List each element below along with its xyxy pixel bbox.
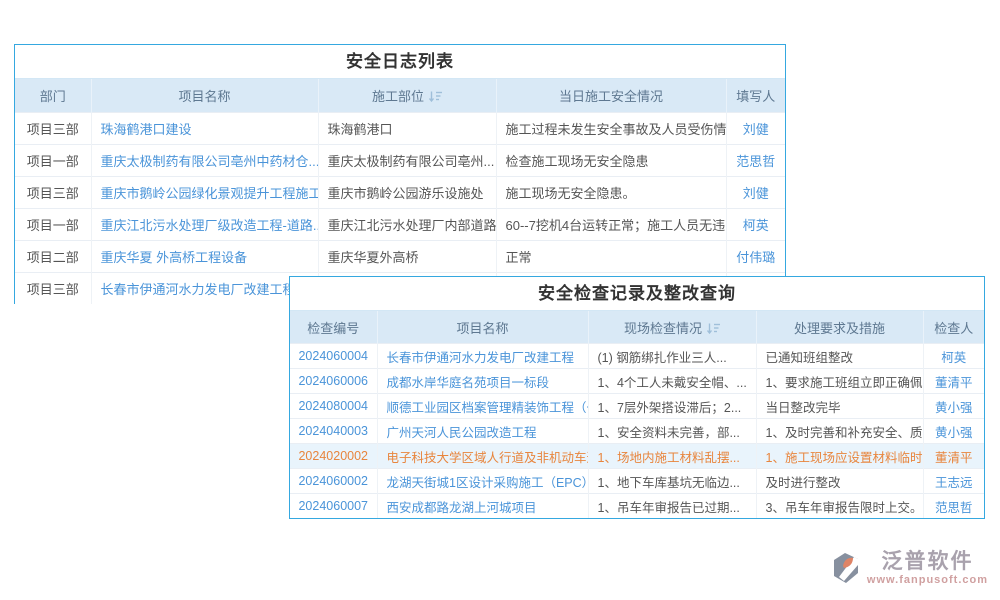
sort-icon[interactable]: [707, 322, 720, 337]
location-cell: 重庆太极制药有限公司亳州...: [318, 145, 496, 177]
table-row[interactable]: 项目一部 重庆江北污水处理厂级改造工程-道路... 重庆江北污水处理厂内部道路 …: [15, 209, 785, 241]
table-row[interactable]: 2024060002 龙湖天街城1区设计采购施工（EPC）总承 1、地下车库基坑…: [290, 469, 984, 494]
col-header-status: 当日施工安全情况: [496, 79, 726, 113]
situation-cell: 1、7层外架搭设滞后；2...: [588, 394, 756, 419]
situation-cell: (1) 钢筋绑扎作业三人...: [588, 344, 756, 369]
project-link: 成都水岸华庭名苑项目一标段: [377, 369, 588, 394]
inspector-link: 董清平: [923, 444, 984, 469]
check-no-link: 2024020002: [290, 444, 377, 469]
inspection-table: 检查编号 项目名称 现场检查情况 处理要求及措施 检查人 2024060004 …: [290, 311, 984, 518]
inspection-panel: 安全检查记录及整改查询 检查编号 项目名称 现场检查情况 处理要求及措施 检查人…: [289, 276, 985, 519]
project-link: 广州天河人民公园改造工程: [377, 419, 588, 444]
project-link: 龙湖天街城1区设计采购施工（EPC）总承: [377, 469, 588, 494]
inspector-link: 黄小强: [923, 419, 984, 444]
col-header-inspector: 检查人: [923, 311, 984, 344]
measures-cell: 1、及时完善和补充安全、质...: [756, 419, 923, 444]
check-no-link: 2024060002: [290, 469, 377, 494]
status-cell: 正常: [496, 241, 726, 273]
status-cell: 60--7挖机4台运转正常；施工人员无违...: [496, 209, 726, 241]
situation-cell: 1、安全资料未完善，部...: [588, 419, 756, 444]
brand-name: 泛普软件: [881, 551, 973, 572]
col-header-dept: 部门: [15, 79, 91, 113]
safety-log-panel: 安全日志列表 部门 项目名称 施工部位 当日施工安全情况 填写人 项目三部 珠海…: [14, 44, 786, 304]
dept-cell: 项目一部: [15, 145, 91, 177]
project-link: 重庆江北污水处理厂级改造工程-道路...: [91, 209, 318, 241]
dept-cell: 项目三部: [15, 273, 91, 305]
measures-cell: 当日整改完毕: [756, 394, 923, 419]
table-row[interactable]: 2024060006 成都水岸华庭名苑项目一标段 1、4个工人未戴安全帽、...…: [290, 369, 984, 394]
situation-cell: 1、场地内施工材料乱摆...: [588, 444, 756, 469]
project-link: 电子科技大学区域人行道及非机动车道工程: [377, 444, 588, 469]
project-link: 重庆市鹅岭公园绿化景观提升工程施工: [91, 177, 318, 209]
writer-link: 付伟璐: [726, 241, 785, 273]
project-link: 珠海鹤港口建设: [91, 113, 318, 145]
dept-cell: 项目一部: [15, 209, 91, 241]
project-link: 重庆太极制药有限公司亳州中药材仓...: [91, 145, 318, 177]
table-row[interactable]: 项目二部 重庆华夏 外高桥工程设备 重庆华夏外高桥 正常 付伟璐: [15, 241, 785, 273]
check-no-link: 2024080004: [290, 394, 377, 419]
col-header-situation[interactable]: 现场检查情况: [588, 311, 756, 344]
project-link: 西安成都路龙湖上河城项目: [377, 494, 588, 519]
col-header-location[interactable]: 施工部位: [318, 79, 496, 113]
check-no-link: 2024060006: [290, 369, 377, 394]
table-row[interactable]: 2024060007 西安成都路龙湖上河城项目 1、吊车年审报告已过期... 3…: [290, 494, 984, 519]
dept-cell: 项目三部: [15, 177, 91, 209]
col-header-project: 项目名称: [91, 79, 318, 113]
situation-cell: 1、4个工人未戴安全帽、...: [588, 369, 756, 394]
situation-cell: 1、吊车年审报告已过期...: [588, 494, 756, 519]
table-row-selected[interactable]: 2024020002 电子科技大学区域人行道及非机动车道工程 1、场地内施工材料…: [290, 444, 984, 469]
status-cell: 施工过程未发生安全事故及人员受伤情况: [496, 113, 726, 145]
safety-log-table: 部门 项目名称 施工部位 当日施工安全情况 填写人 项目三部 珠海鹤港口建设 珠…: [15, 79, 785, 304]
safety-log-header-row: 部门 项目名称 施工部位 当日施工安全情况 填写人: [15, 79, 785, 113]
check-no-link: 2024040003: [290, 419, 377, 444]
project-link: 顺德工业园区档案管理精装饰工程（一标段: [377, 394, 588, 419]
brand-website: www.fanpusoft.com: [867, 575, 988, 586]
table-row[interactable]: 2024080004 顺德工业园区档案管理精装饰工程（一标段 1、7层外架搭设滞…: [290, 394, 984, 419]
writer-link: 柯英: [726, 209, 785, 241]
measures-cell: 1、要求施工班组立即正确佩...: [756, 369, 923, 394]
inspector-link: 董清平: [923, 369, 984, 394]
writer-link: 范思哲: [726, 145, 785, 177]
table-row[interactable]: 项目三部 重庆市鹅岭公园绿化景观提升工程施工 重庆市鹅岭公园游乐设施处 施工现场…: [15, 177, 785, 209]
measures-cell: 及时进行整改: [756, 469, 923, 494]
col-header-writer: 填写人: [726, 79, 785, 113]
location-cell: 重庆华夏外高桥: [318, 241, 496, 273]
col-header-check-no: 检查编号: [290, 311, 377, 344]
table-row[interactable]: 项目三部 珠海鹤港口建设 珠海鹤港口 施工过程未发生安全事故及人员受伤情况 刘健: [15, 113, 785, 145]
inspector-link: 范思哲: [923, 494, 984, 519]
inspection-header-row: 检查编号 项目名称 现场检查情况 处理要求及措施 检查人: [290, 311, 984, 344]
col-header-project: 项目名称: [377, 311, 588, 344]
inspector-link: 王志远: [923, 469, 984, 494]
table-row[interactable]: 2024040003 广州天河人民公园改造工程 1、安全资料未完善，部... 1…: [290, 419, 984, 444]
table-row[interactable]: 2024060004 长春市伊通河水力发电厂改建工程 (1) 钢筋绑扎作业三人.…: [290, 344, 984, 369]
inspector-link: 柯英: [923, 344, 984, 369]
measures-cell: 已通知班组整改: [756, 344, 923, 369]
dept-cell: 项目三部: [15, 113, 91, 145]
dept-cell: 项目二部: [15, 241, 91, 273]
project-link: 长春市伊通河水力发电厂改建工程: [377, 344, 588, 369]
inspection-title: 安全检查记录及整改查询: [290, 277, 984, 311]
safety-log-title: 安全日志列表: [15, 45, 785, 79]
situation-cell: 1、地下车库基坑无临边...: [588, 469, 756, 494]
writer-link: 刘健: [726, 113, 785, 145]
brand-footer: 泛普软件 www.fanpusoft.com: [830, 551, 988, 590]
location-cell: 重庆市鹅岭公园游乐设施处: [318, 177, 496, 209]
project-link: 长春市伊通河水力发电厂改建工程: [91, 273, 318, 305]
location-cell: 重庆江北污水处理厂内部道路: [318, 209, 496, 241]
measures-cell: 3、吊车年审报告限时上交。: [756, 494, 923, 519]
status-cell: 检查施工现场无安全隐患: [496, 145, 726, 177]
fanpu-logo-icon: [830, 551, 862, 590]
location-cell: 珠海鹤港口: [318, 113, 496, 145]
sort-icon[interactable]: [429, 90, 442, 105]
project-link: 重庆华夏 外高桥工程设备: [91, 241, 318, 273]
table-row[interactable]: 项目一部 重庆太极制药有限公司亳州中药材仓... 重庆太极制药有限公司亳州...…: [15, 145, 785, 177]
col-header-measures: 处理要求及措施: [756, 311, 923, 344]
check-no-link: 2024060007: [290, 494, 377, 519]
writer-link: 刘健: [726, 177, 785, 209]
check-no-link: 2024060004: [290, 344, 377, 369]
inspector-link: 黄小强: [923, 394, 984, 419]
status-cell: 施工现场无安全隐患。: [496, 177, 726, 209]
measures-cell: 1、施工现场应设置材料临时...: [756, 444, 923, 469]
